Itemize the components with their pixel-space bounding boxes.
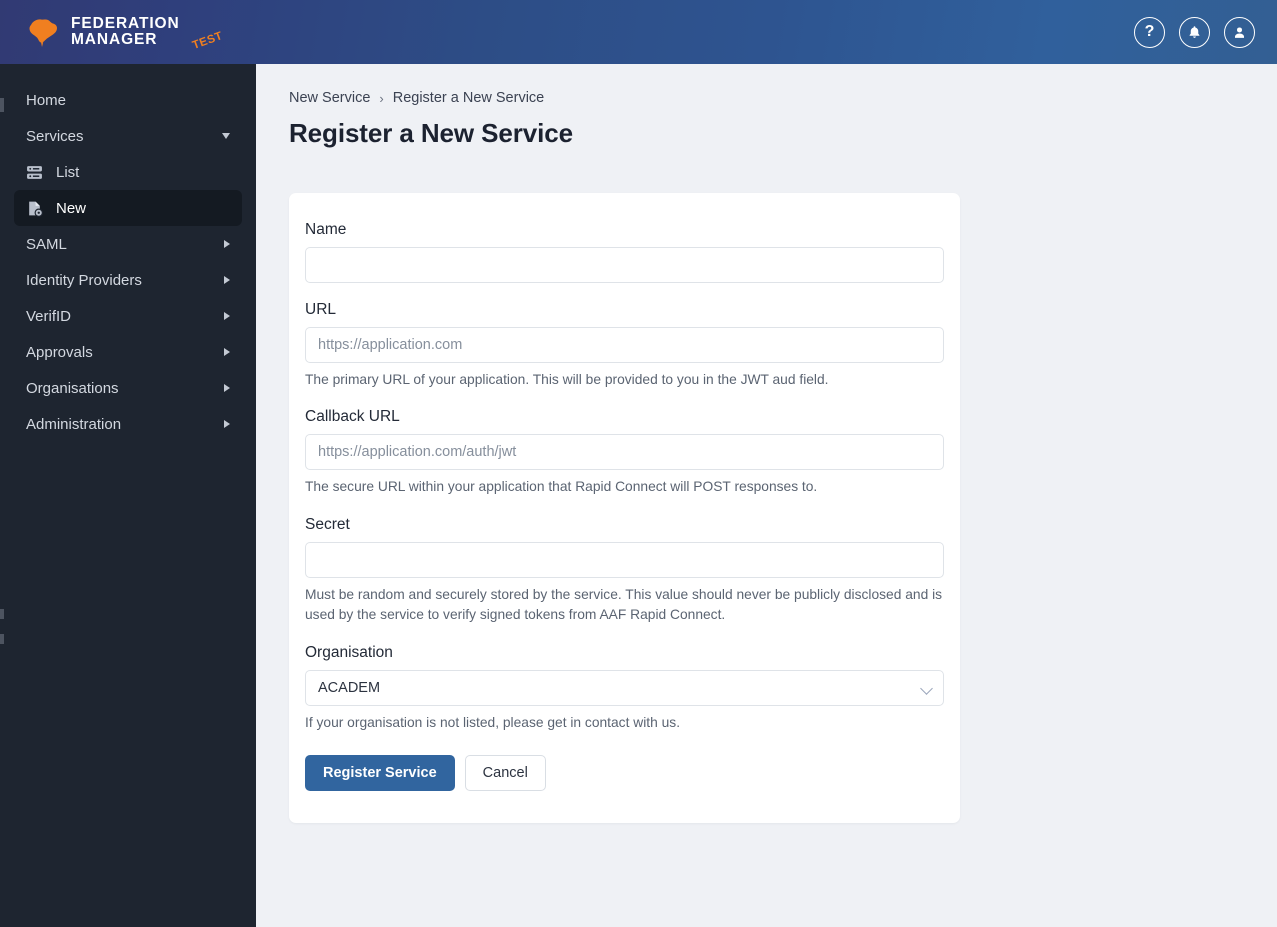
chevron-right-icon — [224, 348, 230, 356]
sidebar-item-home[interactable]: Home — [14, 82, 242, 118]
url-help-text: The primary URL of your application. Thi… — [305, 372, 829, 387]
scroll-indicator-bottom[interactable] — [0, 634, 4, 644]
top-header-bar: FEDERATION MANAGER TEST ? — [0, 0, 1277, 64]
australia-map-icon — [29, 19, 57, 47]
page-title: Register a New Service — [289, 118, 573, 148]
sidebar-item-label: Organisations — [26, 379, 119, 397]
secret-input[interactable] — [305, 541, 944, 578]
callback-url-help-text: The secure URL within your application t… — [305, 479, 818, 495]
chevron-right-icon — [224, 384, 230, 392]
server-icon — [26, 164, 56, 181]
sidebar-item-administration[interactable]: Administration — [14, 406, 242, 442]
url-label: URL — [305, 301, 337, 318]
chevron-down-icon — [222, 133, 230, 139]
organisation-label: Organisation — [305, 643, 393, 661]
new-document-icon — [26, 200, 56, 217]
sidebar-item-label: Approvals — [26, 343, 93, 361]
sidebar-item-verifid[interactable]: VerifID — [14, 298, 242, 334]
chevron-right-icon — [224, 276, 230, 284]
organisation-select[interactable] — [305, 669, 944, 706]
sidebar-item-saml[interactable]: SAML — [14, 226, 242, 262]
sidebar-item-label: Identity Providers — [26, 271, 142, 289]
secret-label: Secret — [305, 515, 350, 533]
register-service-button[interactable]: Register Service — [305, 755, 455, 792]
callback-url-input[interactable] — [305, 434, 944, 471]
callback-url-label: Callback URL — [305, 408, 400, 426]
chevron-right-icon — [224, 240, 230, 248]
register-service-form-card: Name URL The primary URL of your applica… — [289, 193, 960, 824]
sidebar-item-label: VerifID — [26, 307, 72, 325]
sidebar-item-label: Administration — [26, 415, 122, 433]
sidebar-item-approvals[interactable]: Approvals — [14, 334, 242, 370]
brand-line-2: MANAGER — [71, 31, 158, 48]
person-glyph — [1235, 26, 1244, 38]
breadcrumb-current: Register a New Service — [392, 90, 545, 106]
organisation-select-wrapper — [305, 669, 944, 706]
sidebar-item-label: Home — [26, 91, 67, 109]
brand-line-1: FEDERATION — [71, 15, 180, 32]
url-field-group: URL The primary URL of your application.… — [305, 301, 944, 390]
header-icon-group: ? — [1134, 16, 1255, 48]
scroll-indicator-top[interactable] — [0, 98, 4, 112]
organisation-help-text: If your organisation is not listed, plea… — [305, 714, 681, 730]
help-icon[interactable]: ? — [1134, 16, 1165, 48]
user-account-icon[interactable] — [1224, 16, 1255, 48]
sidebar-navigation: Home Services List New SAML Identity Provider… — [0, 64, 256, 927]
sidebar-item-label: List — [56, 163, 80, 181]
sidebar-item-list: Home Services List New SAML Identity Provider… — [0, 82, 256, 442]
chevron-right-icon — [224, 312, 230, 320]
brand-logo[interactable]: FEDERATION MANAGER TEST — [24, 15, 225, 53]
chevron-right-icon — [224, 420, 230, 428]
name-input[interactable] — [305, 247, 944, 283]
scroll-indicator-mid[interactable] — [0, 609, 4, 619]
main-content-area: New Service › Register a New Service Reg… — [256, 64, 1277, 927]
test-environment-badge: TEST — [191, 29, 225, 53]
name-label: Name — [305, 221, 347, 238]
notifications-bell-icon[interactable] — [1179, 16, 1210, 48]
sidebar-item-label: New — [56, 199, 87, 217]
chevron-right-icon: › — [379, 90, 384, 106]
sidebar-item-label: Services — [26, 127, 84, 145]
brand-wordmark: FEDERATION MANAGER TEST — [71, 15, 225, 53]
cancel-button[interactable]: Cancel — [464, 755, 546, 792]
form-actions: Register Service Cancel — [305, 755, 944, 792]
url-input[interactable] — [305, 327, 944, 363]
sidebar-item-organisations[interactable]: Organisations — [14, 370, 242, 406]
name-field-group: Name — [305, 221, 944, 283]
sidebar-item-new[interactable]: New — [14, 190, 242, 226]
organisation-field-group: Organisation If your organisation is not… — [305, 644, 944, 733]
sidebar-item-identity-providers[interactable]: Identity Providers — [14, 262, 242, 298]
bell-glyph — [1189, 25, 1200, 38]
sidebar-item-services[interactable]: Services — [14, 118, 242, 154]
sidebar-item-label: SAML — [26, 235, 67, 253]
callback-url-field-group: Callback URL The secure URL within your … — [305, 408, 944, 497]
secret-field-group: Secret Must be random and securely store… — [305, 516, 944, 626]
breadcrumb: New Service › Register a New Service — [289, 90, 1277, 106]
breadcrumb-parent[interactable]: New Service — [289, 90, 370, 106]
secret-help-text: Must be random and securely stored by th… — [305, 586, 943, 623]
sidebar-item-list[interactable]: List — [14, 154, 242, 190]
